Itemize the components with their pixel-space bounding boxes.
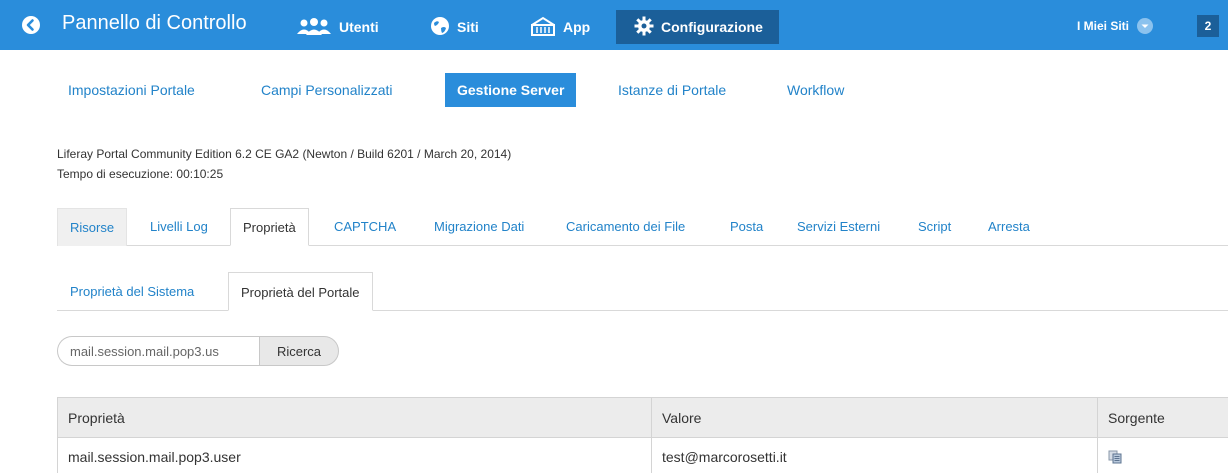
my-sites-menu[interactable]: I Miei Siti [1077, 18, 1154, 34]
column-header-source[interactable]: Sorgente [1097, 398, 1228, 437]
tab-portal-properties[interactable]: Proprietà del Portale [228, 272, 373, 311]
property-name: mail.session.mail.pop3.user [57, 438, 651, 473]
nav-configuration-label: Configurazione [661, 19, 763, 35]
tab-file-uploads[interactable]: Caricamento dei File [554, 208, 697, 246]
portal-uptime: Tempo di esecuzione: 00:10:25 [57, 167, 224, 181]
nav-sites-label: Siti [457, 19, 479, 35]
column-header-property[interactable]: Proprietà [57, 398, 651, 437]
nav-configuration[interactable]: Configurazione [616, 10, 779, 44]
tab-data-migration[interactable]: Migrazione Dati [422, 208, 536, 246]
nav-users-label: Utenti [339, 19, 379, 35]
tab-custom-fields[interactable]: Campi Personalizzati [249, 73, 405, 107]
tab-system-properties[interactable]: Proprietà del Sistema [58, 272, 206, 311]
page-title[interactable]: Pannello di Controllo [62, 12, 247, 35]
top-bar: Pannello di Controllo Utenti Siti App Co… [0, 0, 1228, 50]
nav-apps[interactable]: App [530, 14, 590, 40]
column-header-value[interactable]: Valore [651, 398, 1097, 437]
tab-shutdown[interactable]: Arresta [976, 208, 1042, 246]
my-sites-label: I Miei Siti [1077, 19, 1130, 33]
property-value: test@marcorosetti.it [651, 438, 1097, 473]
tab-script[interactable]: Script [906, 208, 963, 246]
search-input[interactable] [57, 336, 259, 366]
tab-external-services[interactable]: Servizi Esterni [785, 208, 892, 246]
basket-icon [530, 16, 556, 39]
table-row: mail.session.mail.pop3.user test@marcoro… [57, 438, 1228, 473]
properties-table: Proprietà Valore Sorgente mail.session.m… [57, 397, 1228, 473]
tab-portal-instances[interactable]: Istanze di Portale [606, 73, 738, 107]
tab-portal-settings[interactable]: Impostazioni Portale [56, 73, 207, 107]
tab-properties[interactable]: Proprietà [230, 208, 309, 246]
nav-apps-label: App [563, 19, 591, 35]
tab-workflow[interactable]: Workflow [775, 73, 856, 107]
tab-mail[interactable]: Posta [718, 208, 775, 246]
tab-server-administration[interactable]: Gestione Server [445, 73, 577, 107]
chevron-down-icon [1137, 18, 1154, 34]
copy-icon [1108, 450, 1122, 464]
property-source [1097, 438, 1228, 473]
globe-icon [430, 16, 450, 39]
nav-sites[interactable]: Siti [430, 14, 479, 40]
portal-version: Liferay Portal Community Edition 6.2 CE … [57, 147, 512, 161]
notification-badge[interactable]: 2 [1197, 15, 1219, 37]
nav-users[interactable]: Utenti [296, 14, 379, 40]
tab-resources[interactable]: Risorse [57, 208, 128, 246]
tab-log-levels[interactable]: Livelli Log [138, 208, 220, 246]
search-button[interactable]: Ricerca [259, 336, 339, 366]
back-icon[interactable] [22, 16, 40, 34]
gear-icon [634, 16, 654, 39]
tab-captcha[interactable]: CAPTCHA [322, 208, 408, 246]
table-header-row: Proprietà Valore Sorgente [57, 398, 1228, 438]
users-icon [296, 17, 332, 38]
